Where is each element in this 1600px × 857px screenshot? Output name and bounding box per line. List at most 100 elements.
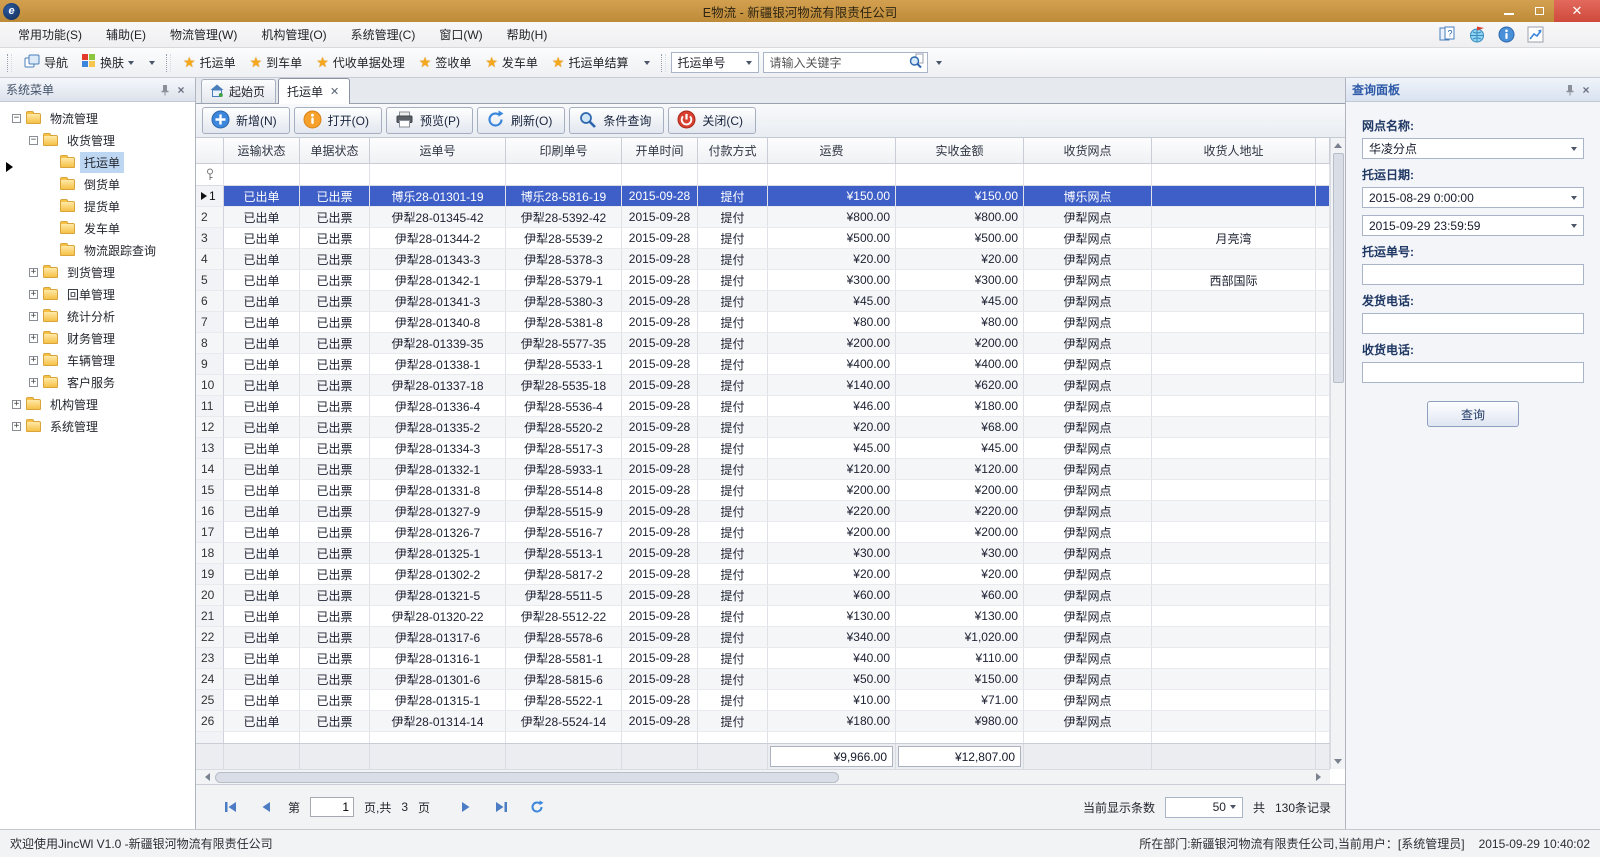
filter-cell[interactable] [1152,164,1316,186]
hscroll-thumb[interactable] [215,772,839,783]
tree-item[interactable]: +到货管理 [4,261,195,283]
skin-button[interactable]: 换肤 [75,50,141,75]
favorites-overflow-button[interactable] [638,56,656,70]
receiver-phone-input[interactable] [1362,362,1584,383]
menu-item[interactable]: 帮助(H) [495,22,560,47]
filter-cell[interactable] [300,164,370,186]
tree-item[interactable]: 发车单 [4,217,195,239]
expand-icon[interactable]: + [29,312,38,321]
tree-item[interactable]: 提货单 [4,195,195,217]
pin-icon[interactable] [1562,82,1578,98]
pin-icon[interactable] [157,82,173,98]
toolbar-overflow-button[interactable] [143,56,161,70]
add-action-button[interactable]: 新增(N) [202,107,290,134]
filter-cell[interactable] [1024,164,1152,186]
branch-name-select[interactable]: 华凌分点 [1362,138,1584,159]
table-row[interactable]: 12已出单已出票伊犁28-01335-2伊犁28-5520-22015-09-2… [196,417,1330,438]
column-header[interactable]: 付款方式 [698,138,768,164]
column-header[interactable]: 收货人地址 [1152,138,1316,164]
tree-item[interactable]: +统计分析 [4,305,195,327]
column-header[interactable]: 运费 [768,138,896,164]
table-row[interactable]: 2已出单已出票伊犁28-01345-42伊犁28-5392-422015-09-… [196,207,1330,228]
waybill-no-input[interactable] [1362,264,1584,285]
preview-action-button[interactable]: 预览(P) [386,107,473,134]
close-icon[interactable]: × [173,82,189,98]
scroll-right-icon[interactable] [1316,773,1325,781]
table-row[interactable]: 4已出单已出票伊犁28-01343-3伊犁28-5378-32015-09-28… [196,249,1330,270]
table-row[interactable]: 24已出单已出票伊犁28-01301-6伊犁28-5815-62015-09-2… [196,669,1330,690]
table-row[interactable]: 5已出单已出票伊犁28-01342-1伊犁28-5379-12015-09-28… [196,270,1330,291]
search-field-select[interactable]: 托运单号 [671,52,759,73]
date-to-select[interactable]: 2015-09-29 23:59:59 [1362,215,1584,236]
collapse-icon[interactable]: − [29,136,38,145]
tree-item[interactable]: 倒货单 [4,173,195,195]
table-row[interactable]: 25已出单已出票伊犁28-01315-1伊犁28-5522-12015-09-2… [196,690,1330,711]
scroll-down-icon[interactable] [1334,759,1342,764]
page-size-select[interactable]: 50 [1165,797,1243,818]
tab-active[interactable]: 托运单✕ [278,78,350,104]
tree-item[interactable]: −物流管理 [4,107,195,129]
toolbar-grip[interactable] [661,54,666,72]
open-action-button[interactable]: 打开(O) [294,107,382,134]
tree-item[interactable]: +车辆管理 [4,349,195,371]
toolbar-grip[interactable] [166,54,171,72]
table-row[interactable]: 19已出单已出票伊犁28-01302-2伊犁28-5817-22015-09-2… [196,564,1330,585]
close-action-button[interactable]: 关闭(C) [668,107,756,134]
keyword-input[interactable] [770,56,908,70]
menu-item[interactable]: 物流管理(W) [158,22,249,47]
table-row[interactable]: 6已出单已出票伊犁28-01341-3伊犁28-5380-32015-09-28… [196,291,1330,312]
scroll-left-icon[interactable] [201,773,210,781]
expand-icon[interactable]: + [29,290,38,299]
page-number-input[interactable] [310,797,354,817]
table-row[interactable]: 11已出单已出票伊犁28-01336-4伊犁28-5536-42015-09-2… [196,396,1330,417]
tree-item[interactable]: 物流跟踪查询 [4,239,195,261]
filter-cell[interactable] [370,164,506,186]
stats-icon[interactable] [1527,26,1544,43]
vertical-scrollbar[interactable] [1330,138,1345,769]
column-header[interactable]: 运输状态 [224,138,300,164]
table-row[interactable]: 14已出单已出票伊犁28-01332-1伊犁28-5933-12015-09-2… [196,459,1330,480]
table-row[interactable]: 20已出单已出票伊犁28-01321-5伊犁28-5511-52015-09-2… [196,585,1330,606]
column-header[interactable]: 收货网点 [1024,138,1152,164]
expand-icon[interactable]: + [12,400,21,409]
prev-page-button[interactable] [254,801,278,813]
tree-item[interactable]: 托运单 [4,151,195,173]
table-row[interactable]: 16已出单已出票伊犁28-01327-9伊犁28-5515-92015-09-2… [196,501,1330,522]
tree-item[interactable]: +系统管理 [4,415,195,437]
date-from-select[interactable]: 2015-08-29 0:00:00 [1362,187,1584,208]
close-button[interactable]: ✕ [1554,0,1600,22]
filter-cell[interactable] [896,164,1024,186]
expand-icon[interactable]: + [29,334,38,343]
favorite-button[interactable]: ★到车单 [243,50,310,75]
column-header[interactable]: 印刷单号 [506,138,622,164]
filter-cell[interactable] [768,164,896,186]
search-action-button[interactable]: 条件查询 [569,107,664,134]
tree-item[interactable]: +机构管理 [4,393,195,415]
table-row[interactable]: 7已出单已出票伊犁28-01340-8伊犁28-5381-82015-09-28… [196,312,1330,333]
favorite-button[interactable]: ★发车单 [478,50,545,75]
tree-item[interactable]: +客户服务 [4,371,195,393]
column-header[interactable]: 运单号 [370,138,506,164]
menu-item[interactable]: 机构管理(O) [249,22,338,47]
info-icon[interactable] [1498,26,1515,43]
last-page-button[interactable] [488,801,514,813]
table-row[interactable]: 18已出单已出票伊犁28-01325-1伊犁28-5513-12015-09-2… [196,543,1330,564]
table-row[interactable]: 21已出单已出票伊犁28-01320-22伊犁28-5512-222015-09… [196,606,1330,627]
tab-inactive[interactable]: 起始页 [201,79,276,103]
table-row[interactable]: 15已出单已出票伊犁28-01331-8伊犁28-5514-82015-09-2… [196,480,1330,501]
toolbar-grip[interactable] [7,54,12,72]
menu-item[interactable]: 窗口(W) [427,22,494,47]
close-icon[interactable]: × [1578,82,1594,98]
globe-icon[interactable] [1469,26,1486,43]
expand-icon[interactable]: + [29,378,38,387]
column-header[interactable]: 开单时间 [622,138,698,164]
filter-cell[interactable] [224,164,300,186]
query-submit-button[interactable]: 查询 [1427,401,1519,427]
menu-item[interactable]: 辅助(E) [94,22,158,47]
pager-refresh-button[interactable] [524,800,550,814]
menu-item[interactable]: 常用功能(S) [6,22,94,47]
minimize-button[interactable] [1494,0,1524,22]
table-row[interactable]: 17已出单已出票伊犁28-01326-7伊犁28-5516-72015-09-2… [196,522,1330,543]
sender-phone-input[interactable] [1362,313,1584,334]
first-page-button[interactable] [218,801,244,813]
